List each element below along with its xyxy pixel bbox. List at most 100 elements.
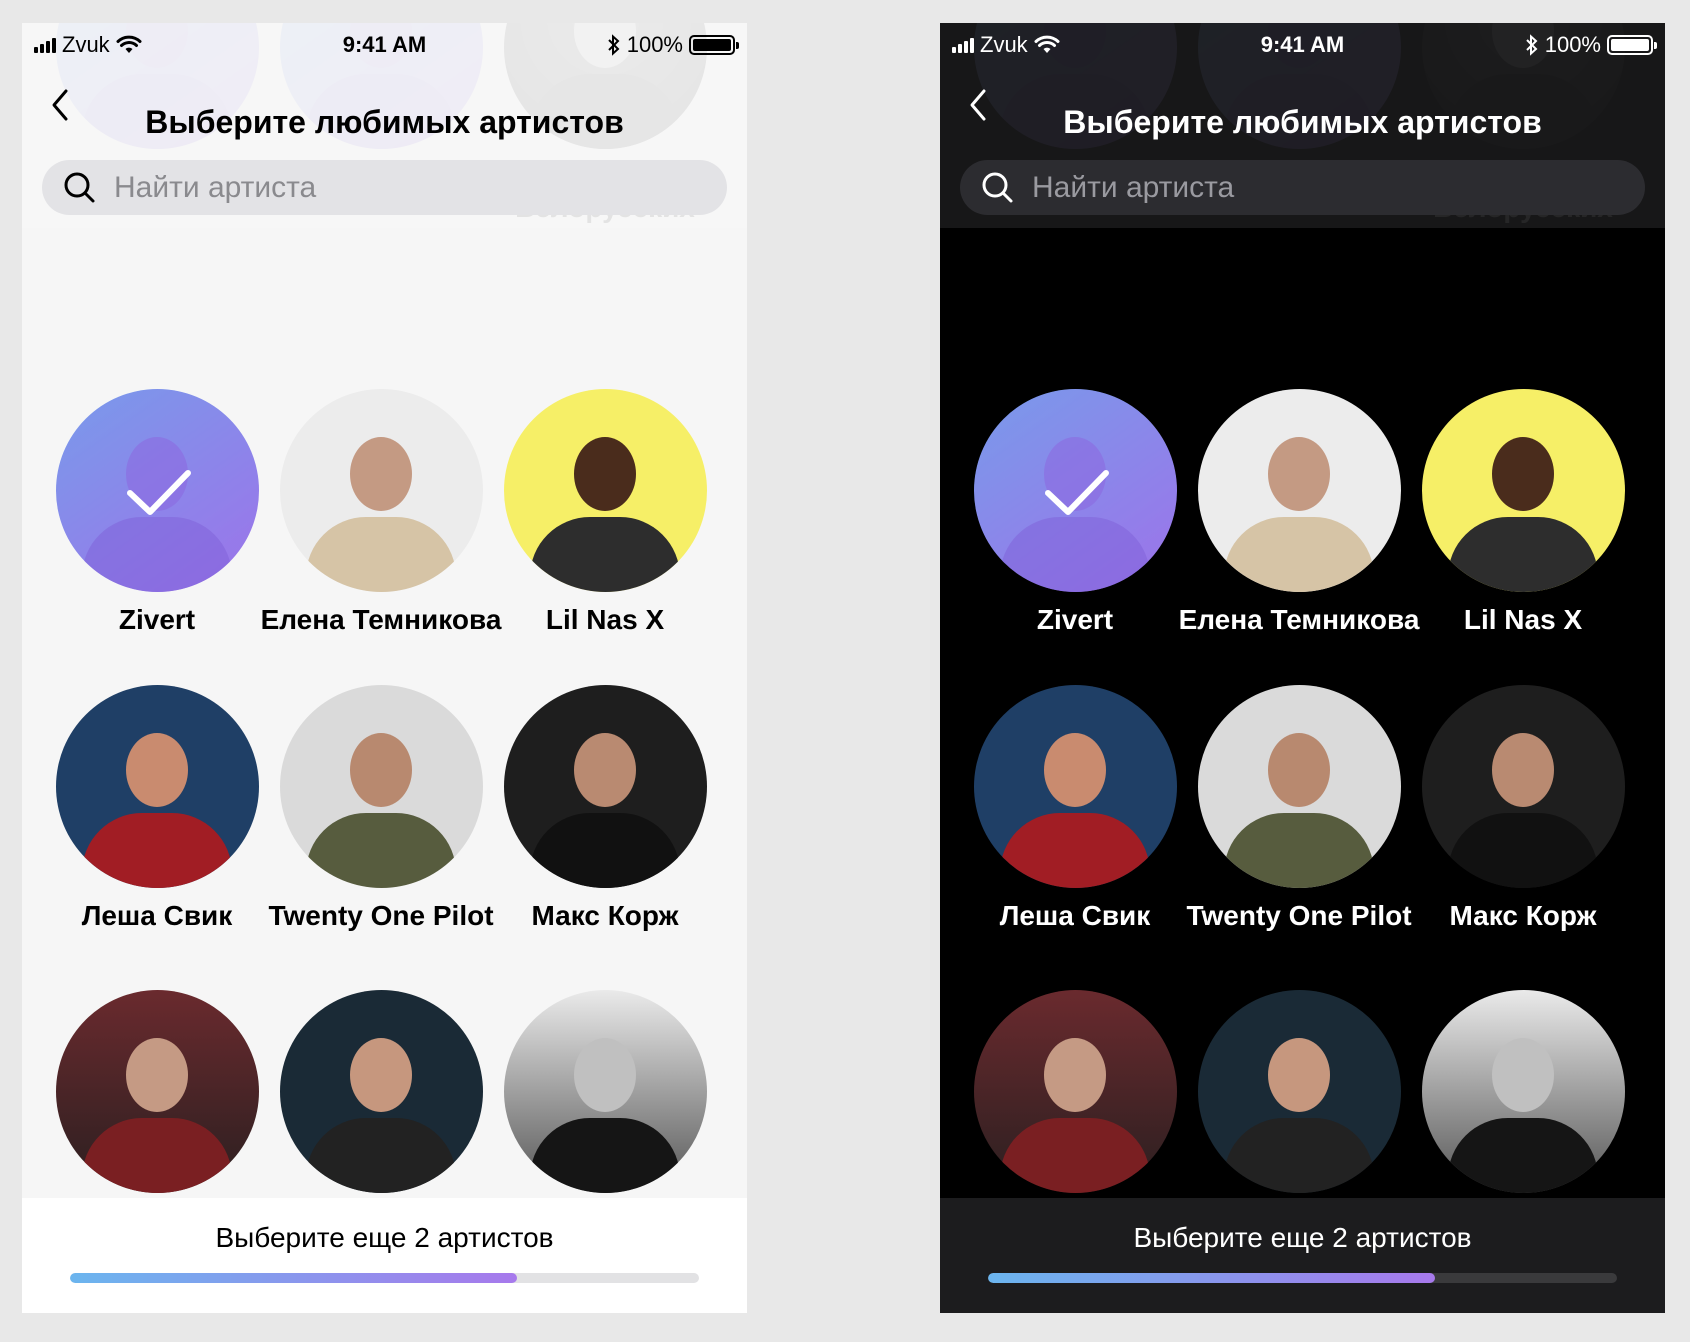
artist-name: Леша Свик (999, 900, 1151, 931)
artist-photo-head (126, 733, 188, 807)
artist-photo-head (1044, 733, 1106, 807)
artist-avatar (55, 990, 259, 1193)
progress-fill (988, 1273, 1435, 1283)
artist-photo-head (1268, 733, 1330, 807)
artist-photo-head (1492, 437, 1554, 511)
artist-photo-head (350, 437, 412, 511)
artist-avatar (503, 389, 707, 592)
bottom-panel: Выберите еще 2 артистов (22, 1198, 747, 1313)
artist-card[interactable] (1402, 990, 1644, 1205)
selection-prompt: Выберите еще 2 артистов (1133, 1222, 1472, 1253)
artist-avatar (503, 685, 707, 888)
artist-card[interactable]: Елена Темникова (1178, 389, 1420, 635)
artist-card[interactable] (260, 990, 502, 1205)
artist-card[interactable]: Zivert (954, 389, 1196, 635)
search-icon (64, 172, 95, 202)
artist-name: Lil Nas X (545, 604, 665, 635)
artist-avatar (1421, 990, 1625, 1193)
artist-name: Twenty One Pilot (268, 900, 494, 931)
status-bar: Zvuk 9:41 AM 100% (22, 23, 747, 67)
artist-card[interactable]: Twenty One Pilot (260, 685, 502, 931)
artist-photo-body (1000, 813, 1150, 888)
artist-photo-body (530, 1118, 680, 1193)
chevron-left-icon (52, 89, 68, 121)
artist-photo-head (574, 733, 636, 807)
artist-photo-head (1044, 1038, 1106, 1112)
checkmark-icon (55, 389, 259, 592)
back-button[interactable] (960, 83, 996, 127)
artist-name: Елена Темникова (260, 604, 502, 635)
battery-percent: 100% (1544, 32, 1601, 57)
artist-photo-head (574, 1038, 636, 1112)
artist-name: Zivert (1036, 604, 1114, 635)
artist-card[interactable]: Елена Темникова (260, 389, 502, 635)
page-title: Выберите любимых артистов (1063, 104, 1542, 140)
artist-photo-body (82, 813, 232, 888)
artist-avatar (973, 685, 1177, 888)
artist-avatar (55, 389, 259, 592)
artist-card[interactable]: Lil Nas X (484, 389, 726, 635)
artist-name: Леша Свик (81, 900, 233, 931)
header: Zvuk 9:41 AM 100% Выберите любимых артис… (940, 23, 1665, 228)
chevron-left-icon (970, 89, 986, 121)
artist-card[interactable] (36, 990, 278, 1205)
artist-photo-body (1448, 1118, 1598, 1193)
artist-photo-body (1448, 517, 1598, 592)
artist-avatar (1421, 685, 1625, 888)
artist-photo-body (1224, 517, 1374, 592)
progress-bar (988, 1273, 1617, 1283)
artist-card[interactable]: Макс Корж (484, 685, 726, 931)
bluetooth-icon (1526, 34, 1538, 56)
artist-card[interactable]: Lil Nas X (1402, 389, 1644, 635)
selection-prompt: Выберите еще 2 артистов (215, 1222, 554, 1253)
artist-photo-head (126, 1038, 188, 1112)
artist-photo-head (574, 437, 636, 511)
page-title: Выберите любимых артистов (145, 104, 624, 140)
artist-photo-body (306, 517, 456, 592)
artist-avatar (55, 685, 259, 888)
artist-card[interactable] (1178, 990, 1420, 1205)
progress-bar (70, 1273, 699, 1283)
progress-fill (70, 1273, 517, 1283)
artist-name: Елена Темникова (1178, 604, 1420, 635)
search-bar[interactable] (42, 160, 727, 215)
artist-photo-head (1492, 733, 1554, 807)
phone-light-theme: Ed SheeranAriana GrandeТима БелорусскихZ… (22, 23, 747, 1313)
artist-photo-head (1268, 1038, 1330, 1112)
battery-percent: 100% (626, 32, 683, 57)
search-input[interactable] (112, 169, 616, 206)
artist-avatar (279, 685, 483, 888)
artist-avatar (1197, 389, 1401, 592)
artist-avatar (973, 389, 1177, 592)
artist-photo-head (350, 1038, 412, 1112)
artist-photo-body (530, 813, 680, 888)
artist-name: Zivert (118, 604, 196, 635)
search-input[interactable] (1030, 169, 1534, 206)
artist-card[interactable]: Twenty One Pilot (1178, 685, 1420, 931)
artist-avatar (279, 389, 483, 592)
artist-photo-body (306, 1118, 456, 1193)
artist-photo-body (82, 1118, 232, 1193)
artist-photo-head (350, 733, 412, 807)
artist-card[interactable]: Zivert (36, 389, 278, 635)
artist-photo-head (1268, 437, 1330, 511)
artist-avatar (279, 990, 483, 1193)
artist-card[interactable]: Макс Корж (1402, 685, 1644, 931)
artist-card[interactable] (484, 990, 726, 1205)
artist-photo-body (530, 517, 680, 592)
header: Zvuk 9:41 AM 100% Выберите любимых артис… (22, 23, 747, 228)
artist-photo-body (1000, 1118, 1150, 1193)
search-bar[interactable] (960, 160, 1645, 215)
battery-icon (1607, 35, 1657, 55)
status-bar: Zvuk 9:41 AM 100% (940, 23, 1665, 67)
artist-avatar (1197, 990, 1401, 1193)
battery-icon (689, 35, 739, 55)
back-button[interactable] (42, 83, 78, 127)
artist-card[interactable]: Леша Свик (954, 685, 1196, 931)
checkmark-icon (973, 389, 1177, 592)
artist-card[interactable]: Леша Свик (36, 685, 278, 931)
artist-avatar (1421, 389, 1625, 592)
artist-card[interactable] (954, 990, 1196, 1205)
bottom-panel: Выберите еще 2 артистов (940, 1198, 1665, 1313)
artist-photo-body (1224, 1118, 1374, 1193)
